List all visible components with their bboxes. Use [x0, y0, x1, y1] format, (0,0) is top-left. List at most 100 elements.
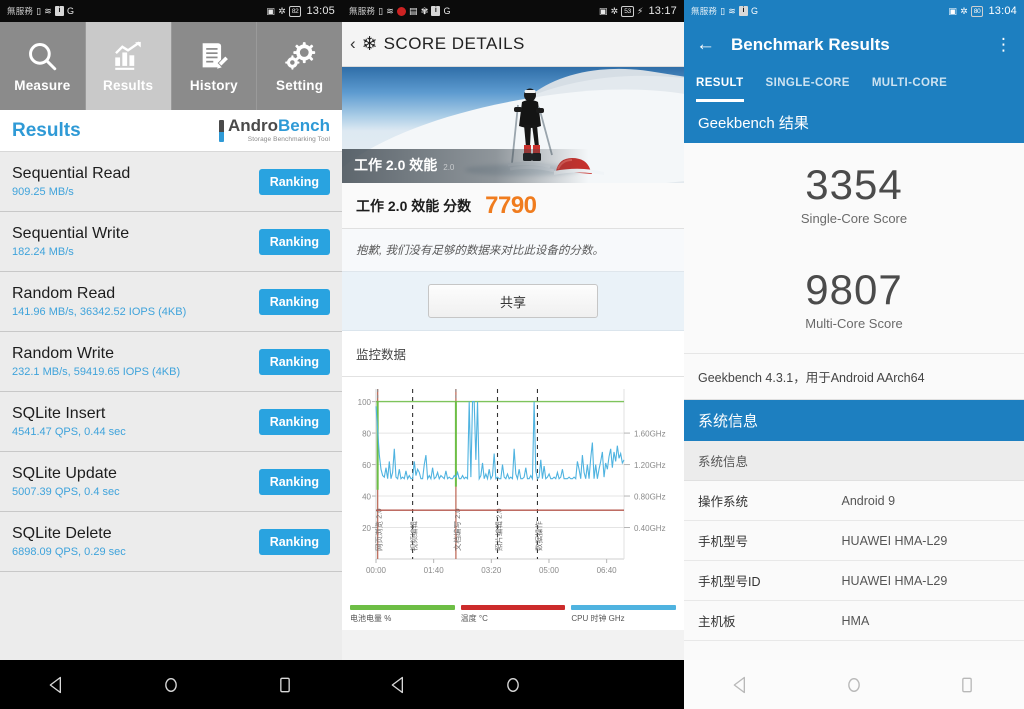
androbench-tabbar: Measure Results History Setting: [0, 22, 342, 110]
table-row[interactable]: Sequential Write 182.24 MB/s Ranking: [0, 212, 342, 272]
legend-swatch: [350, 605, 455, 610]
wifi-icon: ≋: [386, 5, 395, 16]
androbench-screen: 無服務 ▯ ≋ i G ▣ ✲ 82 13:05 Measure Results…: [0, 0, 342, 709]
bluetooth-icon: ✲: [960, 5, 968, 16]
back-triangle-icon[interactable]: [731, 675, 751, 695]
table-row: 手机型号 HUAWEI HMA-L29: [684, 521, 1024, 561]
comparison-note: 抱歉, 我们没有足够的数据来对比此设备的分数。: [342, 229, 684, 272]
recents-square-icon[interactable]: [275, 675, 295, 695]
table-row[interactable]: SQLite Insert 4541.47 QPS, 0.44 sec Rank…: [0, 392, 342, 452]
logo-tagline: Storage Benchmarking Tool: [247, 136, 330, 144]
table-row[interactable]: Random Write 232.1 MB/s, 59419.65 IOPS (…: [0, 332, 342, 392]
status-bar: 無服務 ▯ ≋ i G ▣ ✲ 80 13:04: [684, 0, 1024, 22]
chart-legend: 电池电量 % 温度 °C CPU 时钟 GHz: [342, 601, 684, 630]
score-value: 7790: [485, 191, 537, 219]
home-circle-icon[interactable]: [844, 675, 864, 695]
threedmark-appbar: ‹ ❄ SCORE DETAILS: [342, 22, 684, 67]
back-arrow-icon[interactable]: ←: [696, 34, 715, 56]
svg-text:00:00: 00:00: [366, 566, 387, 575]
row-value: 6898.09 QPS, 0.29 sec: [12, 546, 126, 558]
row-value: 909.25 MB/s: [12, 186, 74, 198]
logo-andro: Andro: [227, 116, 279, 136]
tab-results[interactable]: Results: [85, 22, 172, 110]
svg-text:60: 60: [362, 461, 371, 470]
screenshot-icon: ▤: [409, 5, 418, 16]
svg-text:100: 100: [358, 398, 372, 407]
share-button[interactable]: 共享: [428, 284, 598, 318]
back-triangle-icon[interactable]: [389, 675, 409, 695]
monitoring-section-title: 监控数据: [342, 331, 684, 377]
androbench-logo: AndroBench Storage Benchmarking Tool: [218, 116, 330, 144]
svg-text:20: 20: [362, 524, 371, 533]
document-edit-icon: [197, 39, 231, 73]
ranking-button[interactable]: Ranking: [258, 408, 330, 435]
settings-gear-icon: ✾: [420, 5, 429, 16]
gears-icon: [283, 39, 317, 73]
overflow-menu-icon[interactable]: ⋮: [995, 36, 1012, 53]
ranking-button[interactable]: Ranking: [258, 528, 330, 555]
home-circle-icon[interactable]: [503, 675, 523, 695]
legend-label: 温度 °C: [460, 614, 488, 623]
row-title: Sequential Read: [12, 165, 131, 182]
section-header-system: 系统信息: [684, 400, 1024, 441]
table-row[interactable]: Sequential Read 909.25 MB/s Ranking: [0, 152, 342, 212]
tab-history[interactable]: History: [172, 22, 258, 110]
version-line: Geekbench 4.3.1，用于Android AArch64: [684, 353, 1024, 400]
legend-item-cpu-clock: CPU 时钟 GHz: [571, 605, 677, 624]
score-row: 工作 2.0 效能 分数 7790: [342, 183, 684, 229]
tab-measure[interactable]: Measure: [0, 22, 86, 110]
android-navbar: [342, 660, 684, 709]
back-triangle-icon[interactable]: [47, 675, 67, 695]
row-title: SQLite Update: [12, 465, 117, 482]
ranking-button[interactable]: Ranking: [258, 468, 330, 495]
multi-core-score-label: Multi-Core Score: [805, 316, 903, 331]
table-row[interactable]: SQLite Update 5007.39 QPS, 0.4 sec Ranki…: [0, 452, 342, 512]
google-icon: G: [443, 5, 451, 16]
single-core-score-label: Single-Core Score: [800, 211, 908, 226]
tab-single-core[interactable]: SINGLE-CORE: [766, 68, 850, 102]
recents-square-icon[interactable]: [957, 675, 977, 695]
table-row[interactable]: Random Read 141.96 MB/s, 36342.52 IOPS (…: [0, 272, 342, 332]
home-circle-icon[interactable]: [161, 675, 181, 695]
table-row: 操作系统 Android 9: [684, 481, 1024, 521]
androbench-header: Results AndroBench Storage Benchmarking …: [0, 110, 342, 152]
system-subheader: 系统信息: [684, 441, 1024, 481]
info-key: 操作系统: [698, 495, 749, 509]
monitoring-chart: 20 40 60 80 100 0.40GHz 0.80GHz 1.20GHz 1.60GHz 0…: [342, 377, 684, 601]
tab-multi-core[interactable]: MULTI-CORE: [872, 68, 947, 102]
back-chevron-icon[interactable]: ‹: [350, 34, 356, 54]
svg-text:80: 80: [362, 430, 371, 439]
tab-result[interactable]: RESULT: [696, 68, 744, 102]
svg-text:05:00: 05:00: [539, 566, 560, 575]
ranking-button[interactable]: Ranking: [258, 288, 330, 315]
info-icon: i: [739, 6, 749, 16]
geekbench-screen: 無服務 ▯ ≋ i G ▣ ✲ 80 13:04 ← Benchmark Res…: [684, 0, 1024, 709]
tab-setting[interactable]: Setting: [257, 22, 342, 110]
ranking-button[interactable]: Ranking: [258, 228, 330, 255]
charging-icon: ⚡: [636, 5, 644, 16]
bluetooth-icon: ✲: [278, 5, 286, 16]
ranking-button[interactable]: Ranking: [258, 168, 330, 195]
legend-item-battery: 电池电量 %: [350, 605, 455, 624]
score-label: 工作 2.0 效能 分数: [356, 197, 472, 214]
svg-text:0.80GHz: 0.80GHz: [634, 493, 666, 502]
ranking-button[interactable]: Ranking: [258, 348, 330, 375]
hero-image: 工作 2.0 效能 2.0: [342, 67, 684, 183]
vibrate-icon: ▣: [948, 5, 958, 16]
hero-caption: 工作 2.0 效能 2.0: [342, 149, 684, 183]
google-icon: G: [751, 5, 759, 16]
battery-level: 80: [970, 5, 984, 17]
geekbench-appbar: ← Benchmark Results ⋮: [684, 22, 1024, 68]
recording-icon: [397, 6, 407, 16]
legend-swatch: [571, 605, 677, 610]
table-row[interactable]: SQLite Delete 6898.09 QPS, 0.29 sec Rank…: [0, 512, 342, 572]
battery-level: 53: [621, 5, 634, 17]
row-title: Sequential Write: [12, 225, 130, 242]
tab-results-label: Results: [103, 78, 154, 93]
android-navbar: [0, 660, 342, 709]
info-icon: i: [431, 6, 441, 16]
svg-text:1.20GHz: 1.20GHz: [634, 461, 666, 470]
legend-item-temperature: 温度 °C: [460, 605, 566, 624]
svg-text:视频编辑: 视频编辑: [409, 521, 419, 551]
row-value: 232.1 MB/s, 59419.65 IOPS (4KB): [12, 366, 181, 378]
